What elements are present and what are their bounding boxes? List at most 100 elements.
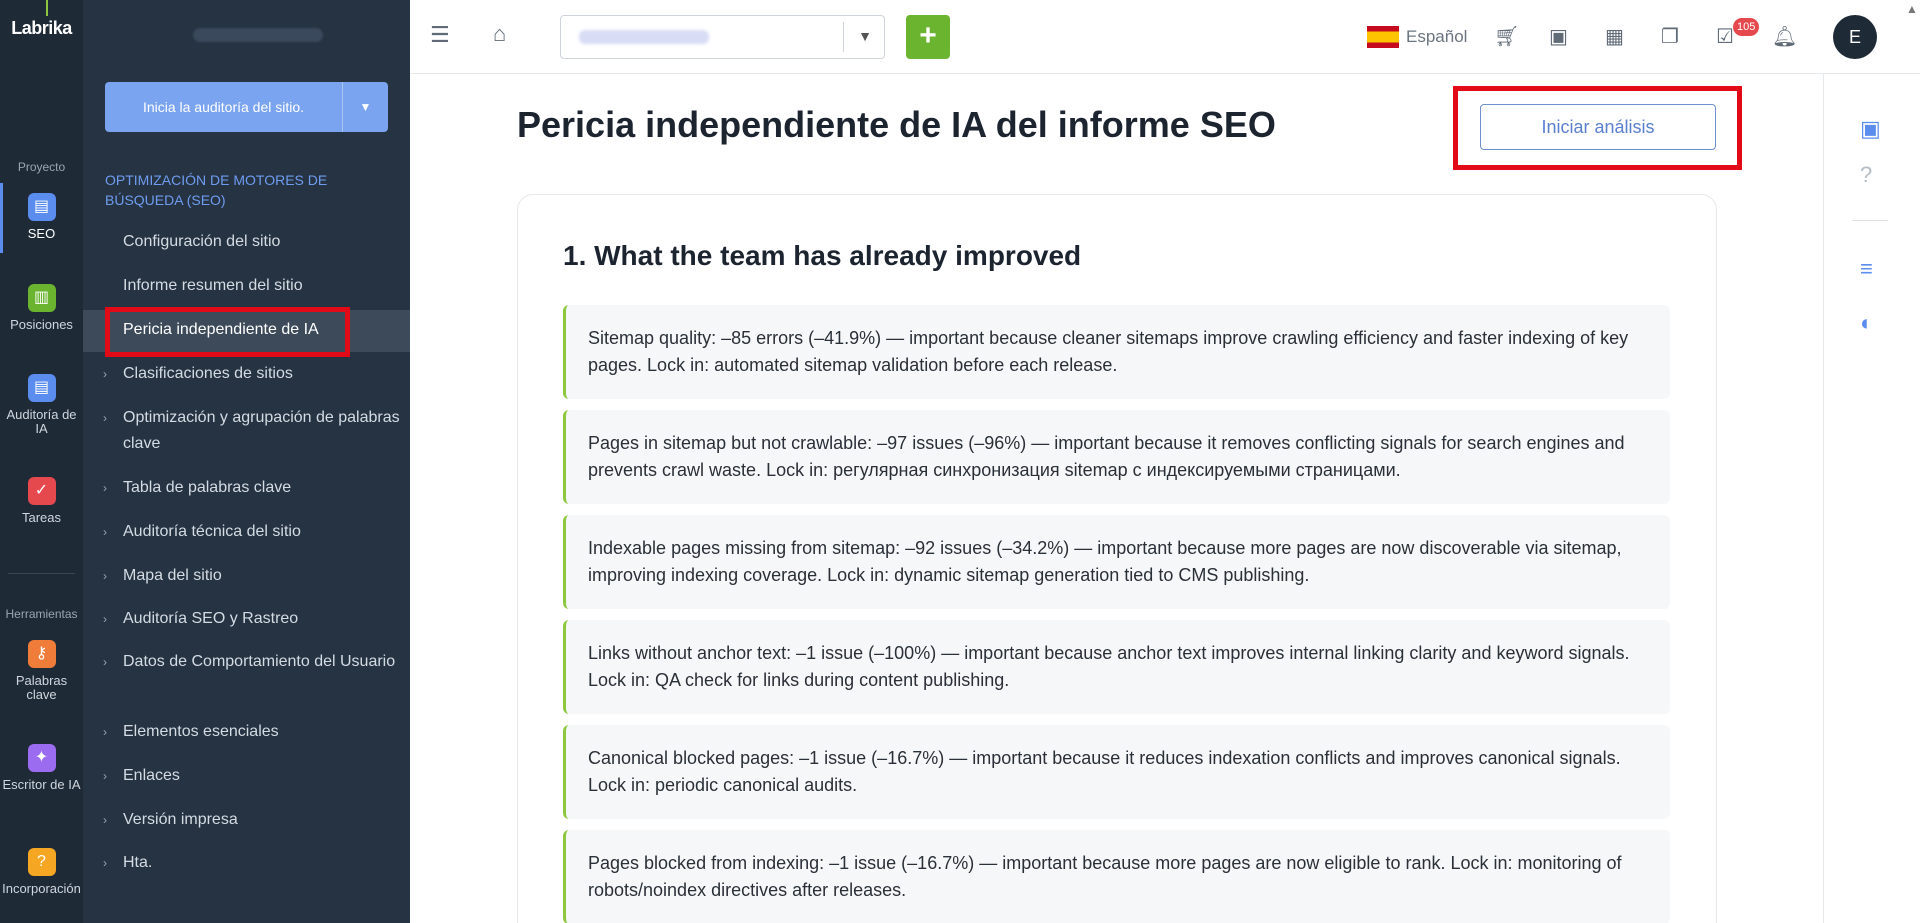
list-item: Sitemap quality: –85 errors (–41.9%) — i… (563, 305, 1670, 399)
site-name-blurred (193, 28, 323, 42)
chevron-right-icon: › (103, 612, 107, 626)
project-name-blurred (579, 30, 709, 44)
select-divider (843, 22, 844, 52)
key-icon: ⚷ (27, 640, 56, 668)
sidebar-item-site-config[interactable]: Configuración del sitio (83, 229, 410, 255)
logo-mark (46, 0, 48, 16)
rail-item-onboarding[interactable]: ? Incorporación (0, 848, 83, 896)
rail-item-label: Incorporación (2, 881, 81, 896)
rail-item-positions[interactable]: ▥ Posiciones (0, 284, 83, 332)
sidebar-item-links[interactable]: › Enlaces (83, 763, 410, 789)
wallet-icon[interactable]: ▣ (1549, 24, 1568, 49)
bell-icon[interactable]: 🔔︎ (1772, 24, 1797, 49)
sidebar-item-print-version[interactable]: › Versión impresa (83, 807, 410, 833)
rail-item-ai-audit[interactable]: ▤ Auditoría de IA (0, 374, 83, 436)
clipboard-icon: ▤ (27, 374, 56, 402)
rail-divider (8, 573, 75, 574)
clipboard-icon: ▤ (27, 193, 56, 221)
list-item: Canonical blocked pages: –1 issue (–16.7… (563, 725, 1670, 819)
rail-item-label: Posiciones (10, 317, 73, 332)
section-title: 1. What the team has already improved (563, 240, 1082, 271)
sidebar-item-site-summary[interactable]: Informe resumen del sitio (83, 273, 410, 299)
logo[interactable]: Labrika (0, 18, 83, 39)
notification-count-badge: 105 (1733, 18, 1760, 36)
avatar[interactable]: E (1833, 15, 1877, 59)
sidebar-item-label: Optimización y agrupación de palabras cl… (123, 409, 400, 452)
tasks-check-icon[interactable]: ☑ (1716, 24, 1734, 49)
start-site-audit-button[interactable]: Inicia la auditoría del sitio. ▼ (105, 82, 388, 132)
magic-wand-icon: ✦ (27, 744, 56, 772)
rail-group-project: Proyecto (17, 160, 66, 174)
sidebar-item-label: Auditoría SEO y Rastreo (123, 610, 299, 627)
sidebar-item-label: Versión impresa (123, 811, 238, 828)
check-icon: ✓ (27, 477, 56, 505)
question-icon: ? (27, 848, 56, 876)
sidebar-item-user-behavior[interactable]: › Datos de Comportamiento del Usuario (83, 649, 410, 675)
sidebar-item-label: Mapa del sitio (123, 567, 222, 584)
chevron-right-icon: › (103, 769, 107, 783)
home-icon[interactable]: ⌂ (493, 21, 506, 47)
palette-icon[interactable]: ◐ (1860, 310, 1873, 336)
sidebar-item-label: Configuración del sitio (123, 233, 281, 250)
sidebar-item-label: Informe resumen del sitio (123, 277, 303, 294)
chat-icon[interactable]: ❐ (1661, 24, 1679, 49)
chevron-right-icon: › (103, 367, 107, 381)
rail-item-keywords[interactable]: ⚷ Palabras clave (0, 640, 83, 702)
sidebar-item-keyword-optimization[interactable]: › Optimización y agrupación de palabras c… (83, 405, 410, 457)
help-icon[interactable]: ? (1860, 162, 1872, 188)
project-select[interactable]: ▼ (560, 15, 885, 59)
topbar: ☰ ⌂ ▼ + Español 🛒︎ ▣ ▦ ❐ ☑ 105 🔔︎ E ▲ (410, 0, 1920, 74)
sidebar-item-tools[interactable]: › Hta. (83, 850, 410, 876)
rail-item-label: Auditoría de IA (6, 407, 77, 436)
sidebar-item-keyword-table[interactable]: › Tabla de palabras clave (83, 475, 410, 501)
right-rail: ▣ ? ≡ ◐ (1823, 74, 1920, 923)
chevron-right-icon: › (103, 856, 107, 870)
analysis-card: 1. What the team has already improved Si… (517, 194, 1717, 923)
rail-item-seo[interactable]: ▤ SEO (0, 183, 83, 253)
rail-item-ai-writer[interactable]: ✦ Escritor de IA (0, 744, 83, 792)
chevron-right-icon: › (103, 411, 107, 425)
page-title: Pericia independiente de IA del informe … (517, 104, 1276, 145)
chevron-down-icon[interactable]: ▼ (342, 82, 388, 132)
language-label: Español (1406, 27, 1468, 46)
chevron-right-icon: › (103, 481, 107, 495)
hamburger-menu-icon[interactable]: ☰ (430, 22, 450, 48)
sidebar: Inicia la auditoría del sitio. ▼ OPTIMIZ… (83, 0, 410, 923)
list-icon[interactable]: ≡ (1860, 256, 1873, 282)
chevron-down-icon[interactable]: ▼ (858, 28, 872, 44)
sidebar-item-label: Tabla de palabras clave (123, 479, 292, 496)
chevron-right-icon: › (103, 813, 107, 827)
chart-icon: ▥ (27, 284, 56, 312)
list-item: Pages in sitemap but not crawlable: –97 … (563, 410, 1670, 504)
sidebar-item-technical-audit[interactable]: › Auditoría técnica del sitio (83, 519, 410, 545)
app-rail: Labrika Proyecto ▤ SEO ▥ Posiciones ▤ Au… (0, 0, 83, 923)
sidebar-item-sitemap[interactable]: › Mapa del sitio (83, 563, 410, 589)
rail-item-tasks[interactable]: ✓ Tareas (0, 477, 83, 525)
sidebar-item-seo-crawl[interactable]: › Auditoría SEO y Rastreo (83, 606, 410, 632)
start-site-audit-label[interactable]: Inicia la auditoría del sitio. (105, 82, 342, 132)
chevron-right-icon: › (103, 655, 107, 669)
rail-item-label: Escritor de IA (2, 777, 81, 792)
rail-item-label: SEO (27, 226, 56, 241)
sidebar-item-label: Enlaces (123, 767, 180, 784)
calendar-icon[interactable]: ▦ (1605, 24, 1624, 49)
archive-icon[interactable]: ▣ (1860, 116, 1881, 142)
spain-flag-icon (1367, 26, 1399, 48)
highlight-box (1453, 86, 1742, 170)
rail-group-tools: Herramientas (5, 607, 78, 621)
highlight-box (105, 307, 350, 357)
right-rail-divider (1852, 220, 1888, 221)
sidebar-item-site-rankings[interactable]: › Clasificaciones de sitios (83, 361, 410, 387)
sidebar-item-label: Elementos esenciales (123, 723, 279, 740)
sidebar-item-label: Datos de Comportamiento del Usuario (123, 653, 396, 670)
sidebar-item-essentials[interactable]: › Elementos esenciales (83, 719, 410, 745)
language-selector[interactable]: Español (1367, 26, 1467, 48)
add-project-button[interactable]: + (906, 15, 950, 59)
chevron-right-icon: › (103, 569, 107, 583)
scrollbar-up-arrow[interactable]: ▲ (1906, 2, 1918, 16)
sidebar-item-label: Clasificaciones de sitios (123, 365, 293, 382)
chevron-right-icon: › (103, 525, 107, 539)
sidebar-item-label: Auditoría técnica del sitio (123, 523, 301, 540)
sidebar-item-label: Hta. (123, 854, 153, 871)
cart-icon[interactable]: 🛒︎ (1494, 24, 1519, 49)
